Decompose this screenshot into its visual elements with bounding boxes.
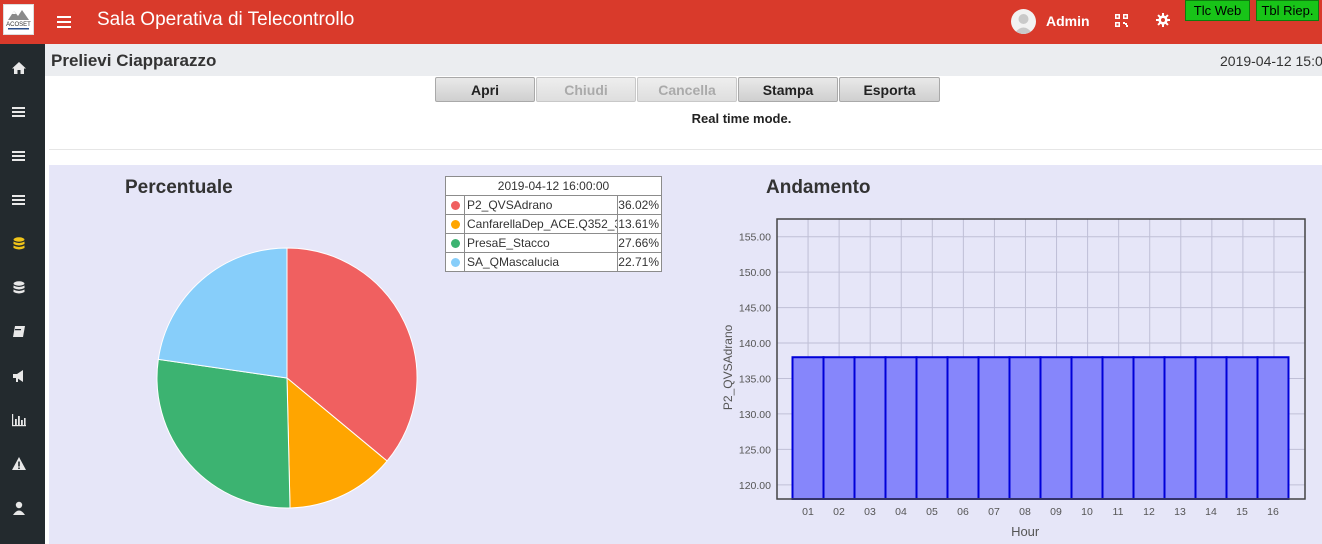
book-icon[interactable] xyxy=(11,324,27,340)
bar-03[interactable] xyxy=(853,356,887,500)
user-name[interactable]: Admin xyxy=(1046,13,1090,29)
tbl-riep-button[interactable]: Tbl Riep. xyxy=(1256,0,1319,21)
bar-05[interactable] xyxy=(915,356,949,500)
pie-chart-title: Percentuale xyxy=(125,177,233,198)
x-axis-label: Hour xyxy=(1011,524,1040,539)
legend-swatch-0 xyxy=(450,200,460,210)
menu-icon[interactable] xyxy=(11,148,27,164)
legend-swatch-2 xyxy=(450,238,460,248)
database-icon-active[interactable] xyxy=(11,236,27,252)
legend-row: CanfarellaDep_ACE.Q352_3 13.61% xyxy=(446,215,661,234)
legend-name: P2_QVSAdrano xyxy=(465,196,618,214)
bar-02[interactable] xyxy=(822,356,856,500)
legend-percent: 22.71% xyxy=(618,255,659,269)
bar-07[interactable] xyxy=(977,356,1011,500)
bar-15[interactable] xyxy=(1225,356,1259,500)
database-icon[interactable] xyxy=(11,280,27,296)
close-button[interactable]: Chiudi xyxy=(536,77,636,102)
x-tick-label: 13 xyxy=(1174,506,1186,518)
x-tick-label: 07 xyxy=(988,506,1000,518)
settings-gear-icon[interactable] xyxy=(1156,13,1170,27)
pie-legend: 2019-04-12 16:00:00 P2_QVSAdrano 36.02% … xyxy=(445,176,662,272)
y-tick-label: 125.00 xyxy=(739,444,771,456)
page-datetime: 2019-04-12 15:0 xyxy=(1220,53,1322,69)
x-tick-label: 09 xyxy=(1050,506,1062,518)
legend-row: P2_QVSAdrano 36.02% xyxy=(446,196,661,215)
export-button[interactable]: Esporta xyxy=(839,77,940,102)
x-tick-label: 08 xyxy=(1019,506,1031,518)
user-avatar[interactable] xyxy=(1011,9,1036,34)
user-avatar-icon xyxy=(1014,14,1033,34)
bar-06[interactable] xyxy=(946,356,980,500)
page-header xyxy=(45,44,1322,76)
pie-slice-PresaE_Stacco[interactable] xyxy=(156,358,291,509)
megaphone-icon[interactable] xyxy=(11,368,27,384)
y-tick-label: 130.00 xyxy=(739,409,771,421)
x-tick-label: 11 xyxy=(1113,506,1124,518)
page-title: Prelievi Ciapparazzo xyxy=(51,51,217,70)
bar-14[interactable] xyxy=(1194,356,1228,500)
x-tick-label: 01 xyxy=(802,506,814,518)
bar-13[interactable] xyxy=(1163,356,1197,500)
x-tick-label: 10 xyxy=(1081,506,1093,518)
y-axis-label: P2_QVSAdrano xyxy=(721,324,735,410)
x-tick-label: 15 xyxy=(1236,506,1248,518)
bar-chart-title: Andamento xyxy=(766,177,871,198)
bar-chart-icon[interactable] xyxy=(11,412,27,428)
y-tick-label: 140.00 xyxy=(739,338,771,350)
legend-row: SA_QMascalucia 22.71% xyxy=(446,253,661,271)
delete-button[interactable]: Cancella xyxy=(637,77,737,102)
bar-chart[interactable]: 120.00 125.00 130.00 135.00 140.00 145.00 150.… xyxy=(720,212,1320,542)
user-icon[interactable] xyxy=(11,500,27,516)
bar-04[interactable] xyxy=(884,356,918,500)
tlc-web-button[interactable]: Tlc Web xyxy=(1185,0,1250,21)
print-button[interactable]: Stampa xyxy=(738,77,838,102)
legend-name: CanfarellaDep_ACE.Q352_3 xyxy=(467,215,618,233)
menu-icon[interactable] xyxy=(11,192,27,208)
x-tick-label: 16 xyxy=(1267,506,1279,518)
logo-text: ACOSET xyxy=(6,22,31,28)
qr-code-icon[interactable] xyxy=(1115,14,1128,27)
y-tick-label: 135.00 xyxy=(739,373,771,385)
x-tick-label: 14 xyxy=(1205,506,1217,518)
x-tick-label: 12 xyxy=(1143,506,1155,518)
y-tick-label: 155.00 xyxy=(739,232,771,244)
bar-16[interactable] xyxy=(1256,356,1290,500)
realtime-mode-label: Real time mode. xyxy=(691,111,792,126)
divider xyxy=(49,149,1322,150)
bar-09[interactable] xyxy=(1039,356,1073,500)
x-tick-label: 02 xyxy=(833,506,845,518)
menu-icon[interactable] xyxy=(11,104,27,120)
pie-slice-SA_QMascalucia[interactable] xyxy=(157,247,288,379)
legend-name: PresaE_Stacco xyxy=(465,234,618,252)
x-tick-label: 04 xyxy=(895,506,907,518)
company-logo[interactable]: ACOSET xyxy=(3,4,34,35)
open-button[interactable]: Apri xyxy=(435,77,535,102)
legend-datetime: 2019-04-12 16:00:00 xyxy=(446,177,661,196)
home-icon[interactable] xyxy=(11,60,27,76)
bar-12[interactable] xyxy=(1132,356,1166,500)
legend-percent: 36.02% xyxy=(618,198,659,212)
legend-percent: 13.61% xyxy=(618,217,659,231)
bar-08[interactable] xyxy=(1008,356,1042,500)
y-tick-label: 120.00 xyxy=(739,480,771,492)
legend-percent: 27.66% xyxy=(618,236,659,250)
legend-name: SA_QMascalucia xyxy=(465,253,618,271)
legend-swatch-1 xyxy=(450,219,460,229)
legend-row: PresaE_Stacco 27.66% xyxy=(446,234,661,253)
y-tick-label: 150.00 xyxy=(739,267,771,279)
x-tick-label: 05 xyxy=(926,506,938,518)
menu-toggle-icon[interactable] xyxy=(57,12,74,32)
app-title: Sala Operativa di Telecontrollo xyxy=(97,9,355,30)
bar-11[interactable] xyxy=(1101,356,1135,500)
y-tick-label: 145.00 xyxy=(739,303,771,315)
logo-mark: ACOSET xyxy=(6,10,31,30)
x-tick-label: 06 xyxy=(957,506,969,518)
bar-10[interactable] xyxy=(1070,356,1104,500)
x-tick-label: 03 xyxy=(864,506,876,518)
legend-swatch-3 xyxy=(450,257,460,267)
bar-01[interactable] xyxy=(791,356,825,500)
warning-icon[interactable] xyxy=(11,456,27,472)
pie-chart[interactable] xyxy=(152,243,422,513)
